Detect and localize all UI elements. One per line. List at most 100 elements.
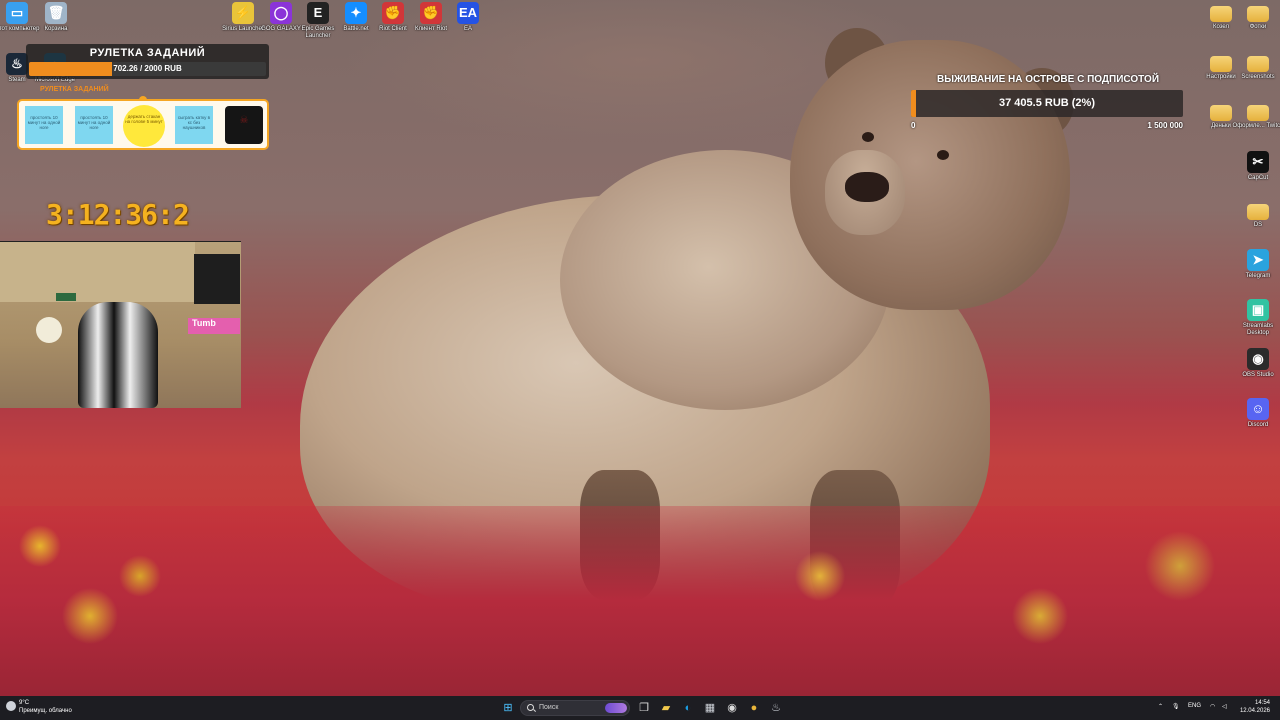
obs-studio-icon: ◉: [1247, 348, 1269, 370]
webcam-feed: Tumb: [0, 241, 241, 408]
bear-eye-left: [862, 132, 874, 142]
battle-net-icon: ✦: [345, 2, 367, 24]
survival-amount: 37 405.5 RUB (2%): [999, 97, 1095, 109]
webcam-exit-sign: [56, 293, 76, 301]
taskbar-store-icon[interactable]: ▦: [702, 699, 718, 717]
desktop-icon-capcut[interactable]: ✂ CapCut: [1232, 151, 1280, 182]
screenshots-icon: [1247, 56, 1269, 72]
wheel-label: РУЛЕТКА ЗАДАНИЙ: [40, 86, 109, 93]
desktop-icon-label: Корзина: [44, 26, 68, 32]
kozel-icon: [1210, 6, 1232, 22]
language-indicator[interactable]: ENG: [1188, 703, 1201, 709]
desktop-icon-label: EA: [463, 26, 472, 32]
desktop-icon-telegram[interactable]: ➤ Telegram: [1232, 249, 1280, 280]
roulette-progress-bar: 702.26 / 2000 RUB: [29, 62, 266, 76]
taskbar-task-view-icon[interactable]: ❐: [636, 699, 652, 717]
roulette-wheel-strip: простоять 10 минут на одной ноге простоя…: [17, 99, 269, 150]
desktop-icon-label: Steam: [8, 77, 26, 83]
desktop-icon-fotki[interactable]: Фотки: [1232, 2, 1280, 31]
desktop-icon-label: OBS Studio: [1242, 372, 1274, 378]
survival-title: ВЫЖИВАНИЕ НА ОСТРОВЕ С ПОДПИСОТОЙ: [936, 74, 1160, 85]
desktop-icon-label: Telegram: [1245, 273, 1271, 279]
desktop-icon-label: Discord: [1247, 422, 1269, 428]
this-pc-icon: ▭: [6, 2, 28, 24]
nastroyki-icon: [1210, 56, 1232, 72]
roulette-card-skull: ☠: [225, 106, 263, 144]
roulette-panel: РУЛЕТКА ЗАДАНИЙ 702.26 / 2000 RUB: [26, 44, 269, 79]
survival-progress-bar: 37 405.5 RUB (2%): [911, 90, 1183, 117]
desktop-icon-ea[interactable]: EA EA: [442, 2, 494, 33]
taskbar-chrome-icon[interactable]: ●: [746, 699, 762, 717]
desktop-icon-recycle-bin[interactable]: 🗑 Корзина: [30, 2, 82, 33]
streamlabs-desktop-icon: ▣: [1247, 299, 1269, 321]
clock-time: 14:54: [1254, 700, 1270, 706]
desktop-icon-label: Деньки: [1211, 123, 1231, 129]
webcam-wall: [0, 242, 195, 302]
denyuzhki-icon: [1210, 105, 1232, 121]
desktop-icon-label: Streamlabs Desktop: [1242, 323, 1274, 336]
desktop-icon-label: Screenshots: [1241, 74, 1275, 80]
search-icon: [527, 704, 534, 711]
search-box[interactable]: Поиск: [520, 700, 630, 716]
epic-games-launcher-icon: E: [307, 2, 329, 24]
desktop-icon-oformlenie-twitch[interactable]: Оформле... Twitch: [1232, 101, 1280, 130]
desktop-icon-label: Riot Client: [379, 26, 407, 32]
chevron-up-icon[interactable]: ⌃: [1158, 703, 1163, 710]
klient-riot-icon: ✊: [420, 2, 442, 24]
taskbar: 9°C Преимущ. облачно ⊞ Поиск ❐ ▰ ◐ ▦ ◉ ● ♨ ⌃ 🎙 …: [0, 696, 1280, 720]
recycle-bin-icon: 🗑: [45, 2, 67, 24]
desktop-icon-obs-studio[interactable]: ◉ OBS Studio: [1232, 348, 1280, 379]
bear-eye-right: [937, 150, 949, 160]
ea-icon: EA: [457, 2, 479, 24]
riot-client-icon: ✊: [382, 2, 404, 24]
desktop-icon-label: Фотки: [1249, 24, 1267, 30]
roulette-card: простоять 10 минут на одной ноге: [75, 106, 113, 144]
weather-desc: Преимущ. облачно: [19, 708, 72, 714]
desktop-icon-ds[interactable]: DS: [1232, 200, 1280, 229]
ds-icon: [1247, 204, 1269, 220]
webcam-poster: [194, 254, 240, 304]
desktop-icon-label: CapCut: [1247, 175, 1269, 181]
gaming-chair: [78, 302, 158, 408]
desktop-icon-label: DS: [1253, 222, 1263, 228]
capcut-icon: ✂: [1247, 151, 1269, 173]
sirius-launcher-icon: ⚡: [232, 2, 254, 24]
desktop-icon-label: Оформле... Twitch: [1232, 123, 1280, 129]
roulette-card: простоять 10 минут на одной ноге: [25, 106, 63, 144]
taskbar-edge-icon[interactable]: ◐: [680, 699, 696, 717]
webcam-neon-sign: Tumb: [188, 318, 240, 334]
taskbar-obs-icon[interactable]: ◉: [724, 699, 740, 717]
desktop-icon-discord[interactable]: ☺ Discord: [1232, 398, 1280, 429]
volume-icon[interactable]: ◁: [1222, 703, 1227, 710]
webcam-lamp: [36, 317, 62, 343]
microphone-icon[interactable]: 🎙: [1172, 703, 1180, 710]
desktop-icon-streamlabs-desktop[interactable]: ▣ Streamlabs Desktop: [1232, 299, 1280, 337]
roulette-card-selected: держать стакан на голове 5 минут: [123, 105, 165, 147]
clock-date: 12.04.2026: [1239, 708, 1270, 714]
taskbar-file-explorer-icon[interactable]: ▰: [658, 699, 674, 717]
desktop-icon-screenshots[interactable]: Screenshots: [1232, 52, 1280, 81]
survival-min: 0: [911, 121, 916, 130]
gog-galaxy-icon: ◯: [270, 2, 292, 24]
system-tray: ⌃ 🎙 ENG ◠ ◁ 14:54 12.04.2026: [1156, 696, 1276, 720]
roulette-amount: 702.26 / 2000 RUB: [113, 64, 182, 73]
bear-nose: [845, 172, 889, 202]
taskbar-steam-icon[interactable]: ♨: [768, 699, 784, 717]
start-button[interactable]: ⊞: [500, 699, 516, 717]
search-highlight-icon: [605, 703, 627, 713]
steam-icon: ♨: [6, 53, 28, 75]
desktop-icon-label: Козел: [1212, 24, 1230, 30]
search-placeholder: Поиск: [539, 704, 559, 711]
roulette-title: РУЛЕТКА ЗАДАНИЙ: [89, 47, 206, 59]
clock[interactable]: 14:54 12.04.2026: [1240, 699, 1270, 715]
cloud-icon: [6, 701, 16, 711]
weather-temp: 9°C: [19, 700, 30, 706]
roulette-card: сыграть катку в кс без наушников: [175, 106, 213, 144]
weather-widget[interactable]: 9°C Преимущ. облачно: [6, 699, 72, 715]
desktop-icon-label: Battle.net: [343, 26, 369, 32]
fotki-icon: [1247, 6, 1269, 22]
oformlenie-twitch-icon: [1247, 105, 1269, 121]
discord-icon: ☺: [1247, 398, 1269, 420]
flower-meadow: [0, 506, 1280, 696]
wifi-icon[interactable]: ◠: [1210, 703, 1215, 710]
